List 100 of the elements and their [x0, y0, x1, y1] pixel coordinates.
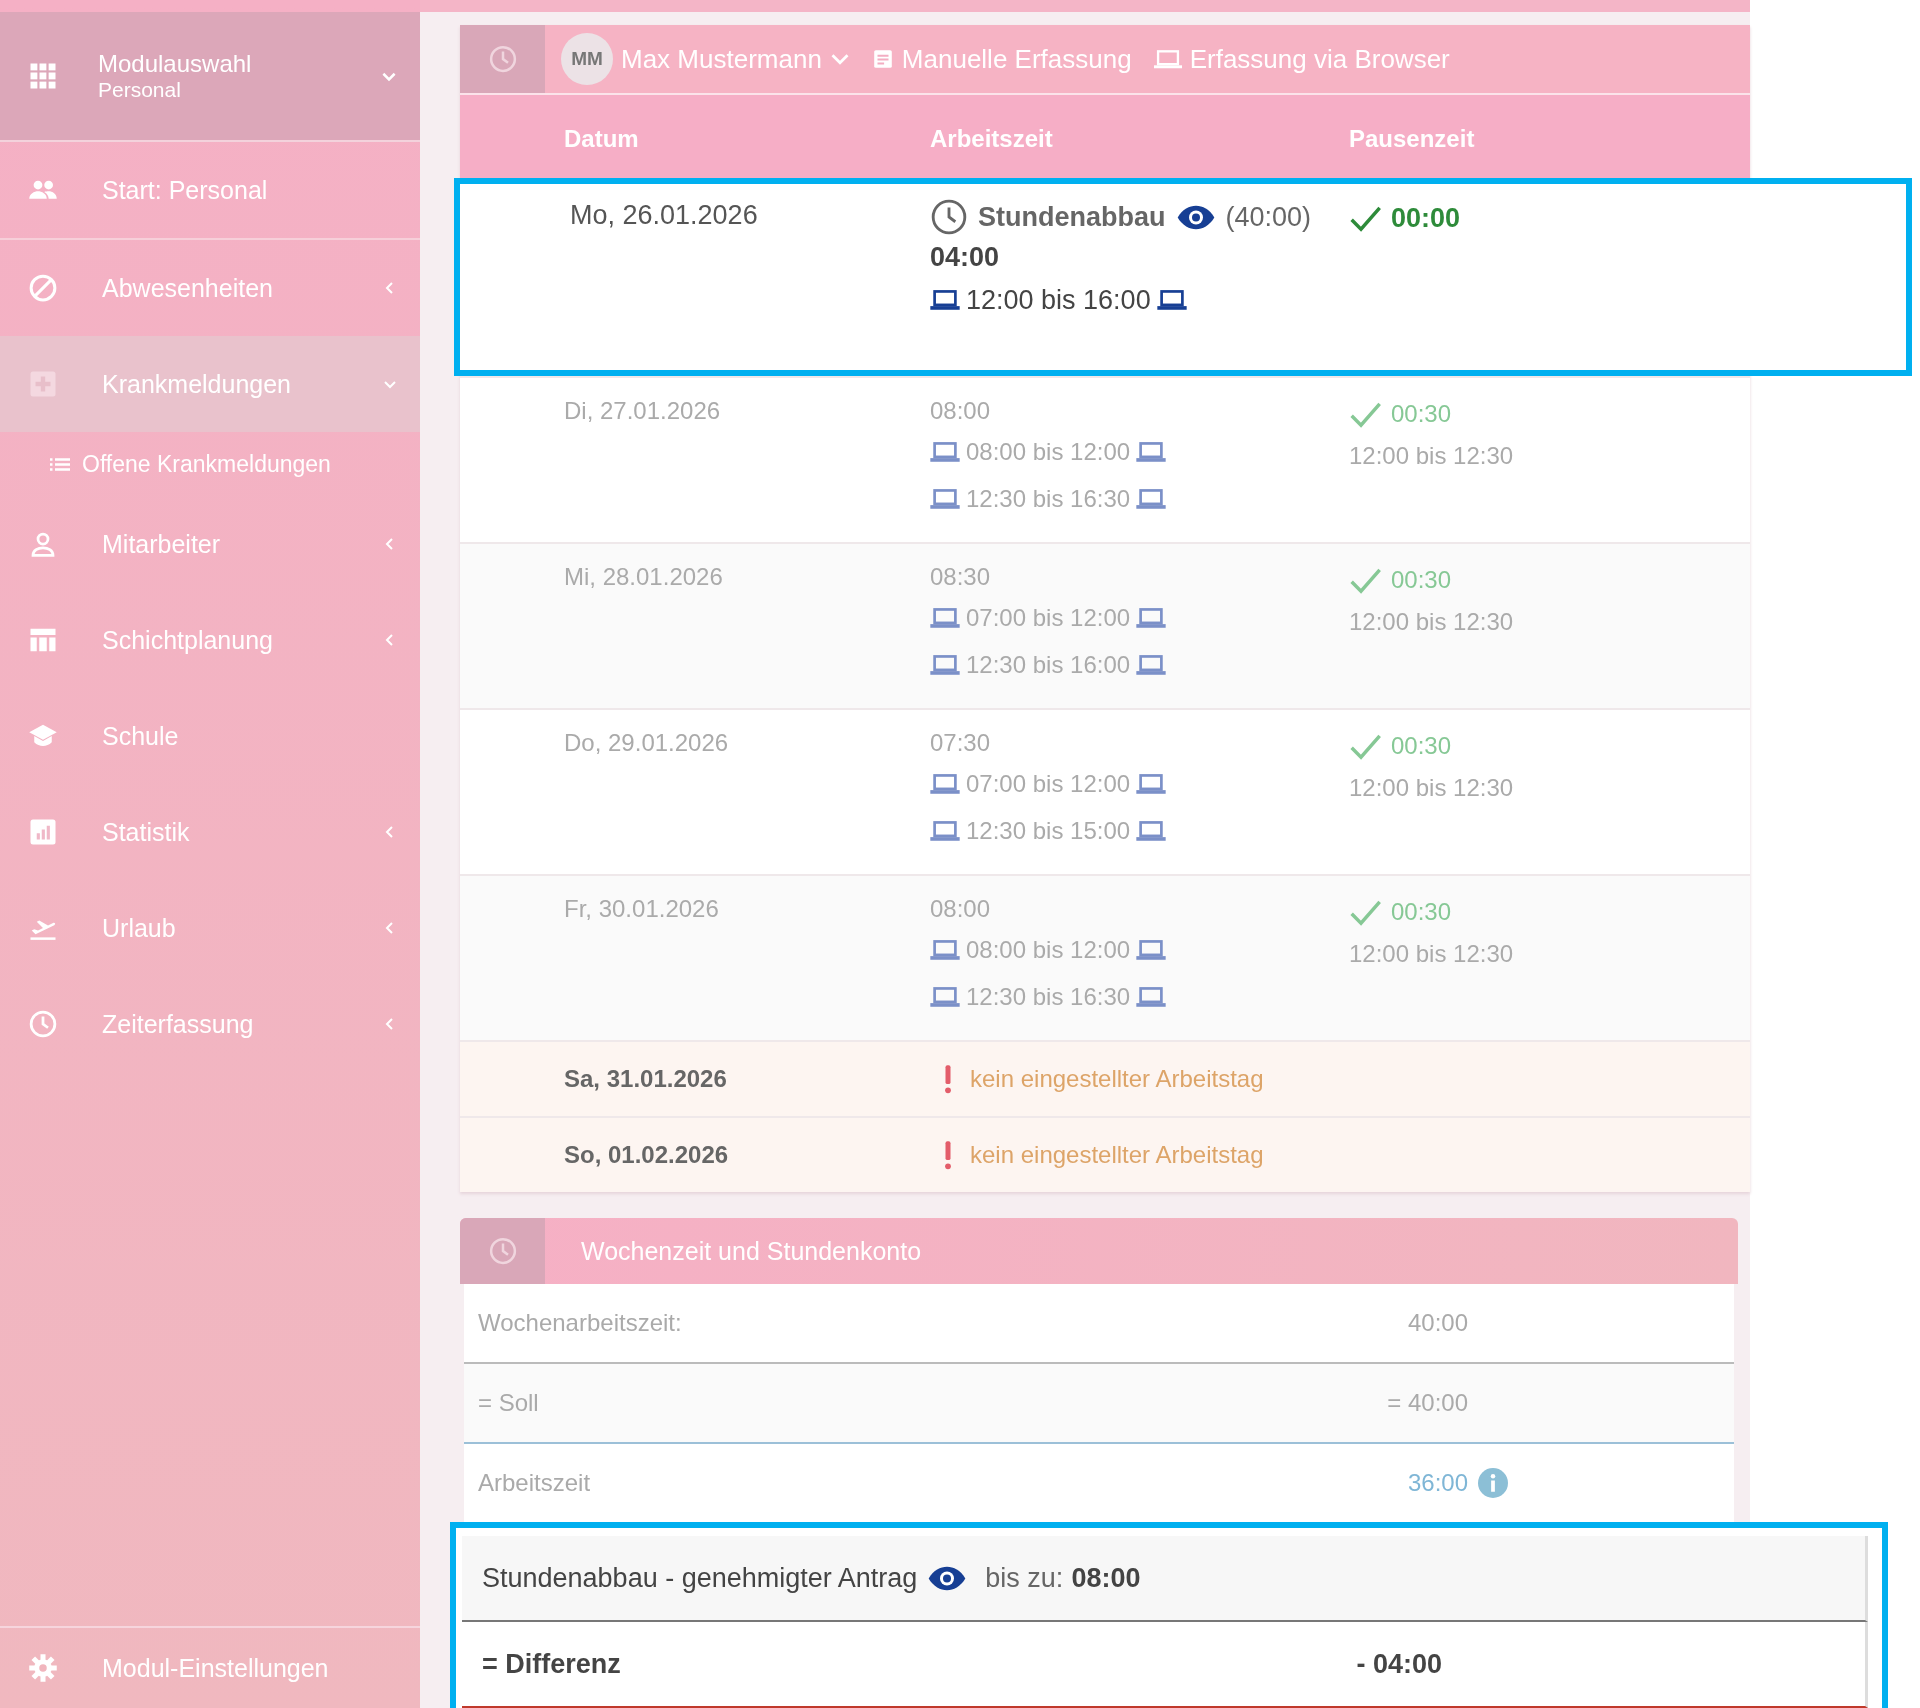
- work-total: 08:30: [930, 562, 992, 592]
- settings-icon: [28, 1653, 58, 1683]
- grid-icon: [28, 61, 58, 91]
- date-cell-text: Fr, 30.01.2026: [563, 894, 720, 924]
- time-entry: 08:00 bis 12:00: [966, 935, 1131, 964]
- laptop-icon: [930, 289, 960, 311]
- time-entry: 07:00 bis 12:00: [966, 603, 1131, 632]
- time-entry: 12:30 bis 16:30: [966, 982, 1131, 1011]
- laptop-icon: [1136, 985, 1167, 1008]
- work-total: 08:00: [930, 894, 992, 924]
- check-icon: [1349, 204, 1381, 232]
- laptop-icon: [930, 487, 960, 510]
- time-entry: 12:00 bis 16:00: [966, 284, 1151, 316]
- module-title: Modulauswahl: [98, 50, 253, 78]
- check-icon: [1349, 400, 1381, 428]
- eye-icon[interactable]: [927, 1564, 968, 1592]
- user-selector[interactable]: MM Max Mustermann: [561, 33, 850, 85]
- summary-label: Arbeitszeit: [478, 1469, 592, 1497]
- clock-icon: [930, 198, 968, 236]
- date-cell-text: Sa, 31.01.2026: [563, 1064, 728, 1094]
- nav-item[interactable]: Urlaub: [0, 880, 420, 976]
- pause-entry: 12:00 bis 12:30: [1349, 608, 1514, 636]
- column-header: Pausenzeit: [1349, 124, 1475, 153]
- check-icon: [1349, 898, 1381, 926]
- clock-icon: [460, 25, 545, 93]
- eye-icon[interactable]: [1175, 203, 1216, 231]
- summary-value: 36:00: [1406, 1469, 1468, 1497]
- laptop-icon: [1136, 772, 1167, 795]
- warning-message: kein eingestellter Arbeitstag: [970, 1065, 1264, 1093]
- laptop-icon: [930, 985, 960, 1008]
- column-header: Datum: [563, 124, 640, 153]
- laptop-icon: [1136, 938, 1167, 961]
- nav-item[interactable]: Mitarbeiter: [0, 496, 420, 592]
- summary-value: 40:00: [1406, 1309, 1468, 1337]
- clock-icon: [28, 1009, 58, 1039]
- exclamation-icon: [944, 1064, 952, 1094]
- form-icon: [871, 48, 894, 70]
- laptop-icon: [1136, 440, 1167, 463]
- laptop-icon: [1153, 48, 1182, 70]
- exclamation-icon: [944, 1140, 952, 1170]
- check-icon: [1349, 732, 1381, 760]
- laptop-icon: [930, 606, 960, 629]
- laptop-icon: [1136, 653, 1167, 676]
- pause-entry: 12:00 bis 12:30: [1349, 774, 1514, 802]
- laptop-icon: [930, 772, 960, 795]
- absence-hours: (40:00): [1225, 201, 1312, 233]
- nav-item[interactable]: Statistik: [0, 784, 420, 880]
- time-entry: 08:00 bis 12:00: [966, 437, 1131, 466]
- work-total: 08:00: [930, 396, 992, 426]
- laptop-icon: [1156, 289, 1187, 311]
- date-cell-text: Do, 29.01.2026: [563, 728, 730, 758]
- pause-total: 00:30: [1391, 400, 1452, 428]
- time-entry: 07:00 bis 12:00: [966, 769, 1131, 798]
- clock-icon: [460, 1218, 545, 1284]
- nav-item[interactable]: Schichtplanung: [0, 592, 420, 688]
- date-cell-text: Mo, 26.01.2026: [569, 199, 759, 232]
- work-total: 04:00: [930, 241, 1001, 274]
- nav-item[interactable]: Schule: [0, 688, 420, 784]
- pause-total: 00:00: [1391, 202, 1461, 234]
- summary-label: Wochenarbeitszeit:: [478, 1309, 683, 1337]
- nav-item[interactable]: Krankmeldungen: [0, 336, 420, 432]
- time-entry: 12:30 bis 15:00: [966, 816, 1131, 845]
- date-cell-text: So, 01.02.2026: [563, 1140, 730, 1170]
- toolbar-link[interactable]: Erfassung via Browser: [1153, 43, 1450, 75]
- absence-label: Stundenabbau: [978, 201, 1166, 233]
- summary-label: = Soll: [478, 1389, 540, 1417]
- time-entry: 12:30 bis 16:30: [966, 484, 1131, 513]
- laptop-icon: [1136, 487, 1167, 510]
- date-cell-text: Di, 27.01.2026: [563, 396, 722, 426]
- time-entry: 12:30 bis 16:00: [966, 650, 1131, 679]
- pause-entry: 12:00 bis 12:30: [1349, 940, 1514, 968]
- card-title: Wochenzeit und Stundenkonto: [581, 1236, 922, 1266]
- summary-label: Stundenabbau - genehmigter Antrag: [482, 1562, 918, 1594]
- laptop-icon: [1136, 606, 1167, 629]
- pause-total: 00:30: [1391, 566, 1452, 594]
- laptop-icon: [930, 440, 960, 463]
- check-icon: [1349, 566, 1381, 594]
- summary-value: 08:00: [1071, 1562, 1141, 1594]
- pause-entry: 12:00 bis 12:30: [1349, 442, 1514, 470]
- list-icon: [50, 456, 70, 472]
- work-total: 07:30: [930, 728, 992, 758]
- chart-icon: [28, 817, 58, 847]
- laptop-icon: [1136, 819, 1167, 842]
- date-cell-text: Mi, 28.01.2026: [563, 562, 724, 592]
- summary-value: - 04:00: [1355, 1648, 1442, 1680]
- nav-item[interactable]: Abwesenheiten: [0, 240, 420, 336]
- toolbar-link[interactable]: Manuelle Erfassung: [871, 43, 1132, 75]
- module-selector[interactable]: Modulauswahl Personal: [0, 12, 420, 142]
- pause-total: 00:30: [1391, 732, 1452, 760]
- laptop-icon: [930, 938, 960, 961]
- plus-icon: [28, 369, 58, 399]
- pause-total: 00:30: [1391, 898, 1452, 926]
- limit-label: bis zu:: [985, 1562, 1064, 1594]
- summary-value: = 40:00: [1386, 1389, 1468, 1417]
- laptop-icon: [930, 653, 960, 676]
- laptop-icon: [930, 819, 960, 842]
- module-subtitle: Personal: [98, 78, 182, 102]
- ban-icon: [28, 273, 58, 303]
- nav-subitem[interactable]: Offene Krankmeldungen: [0, 432, 420, 496]
- nav-item[interactable]: Zeiterfassung: [0, 976, 420, 1072]
